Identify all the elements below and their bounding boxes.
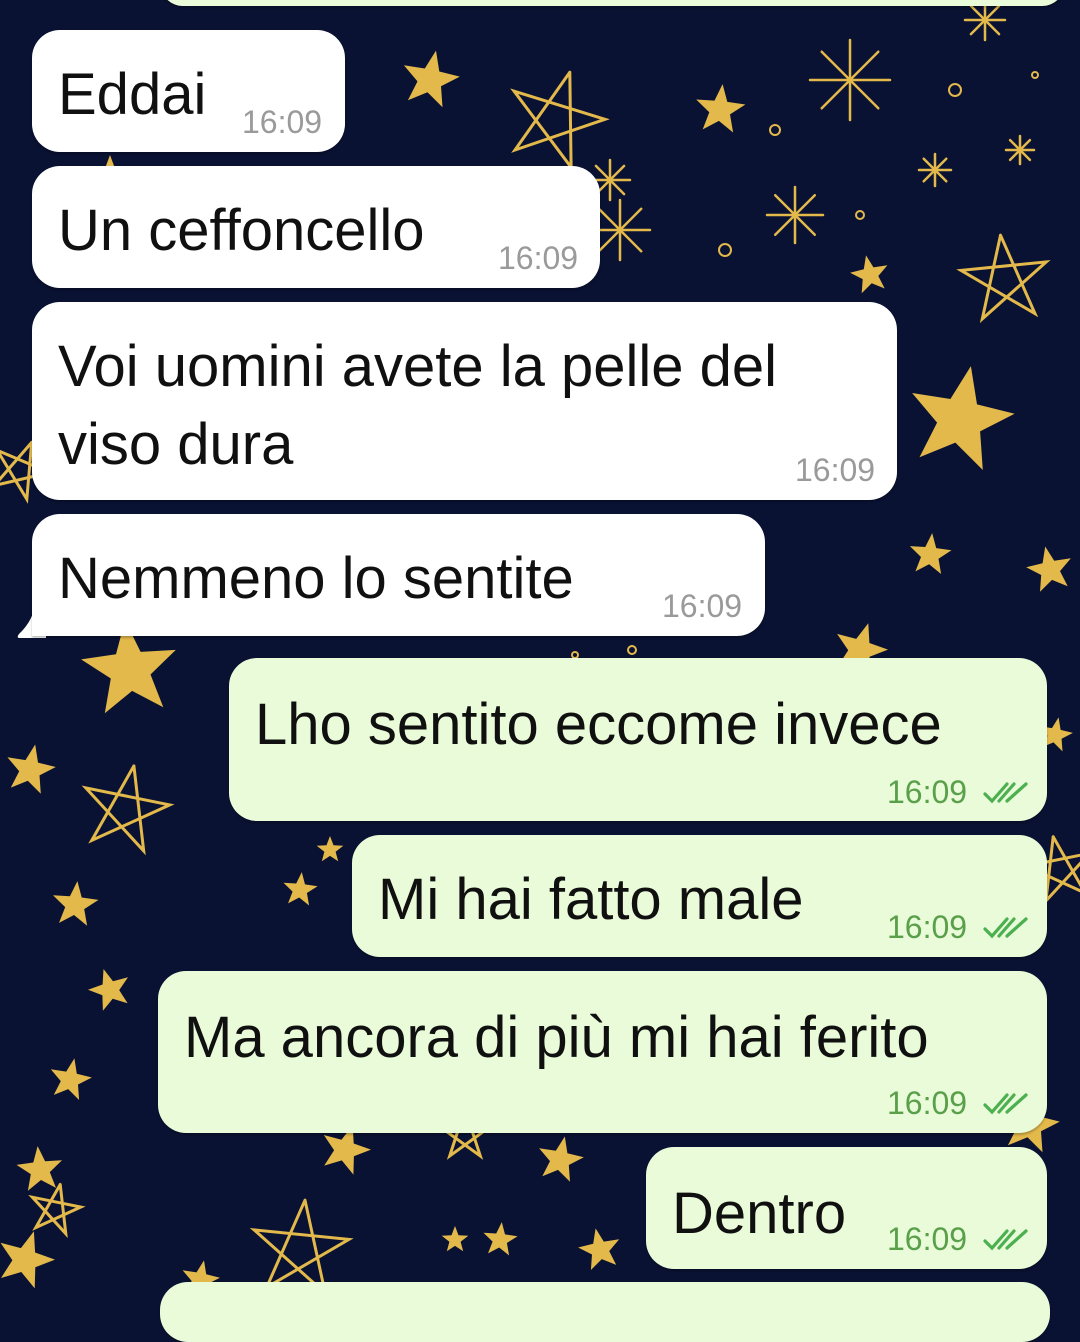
read-ticks-icon xyxy=(983,917,1028,939)
message-text: Dentro xyxy=(672,1181,847,1246)
message-text-line-2: viso dura xyxy=(58,412,294,477)
message-text: Lho sentito eccome invece xyxy=(255,692,942,757)
message-text-line-1: Voi uomini avete la pelle del xyxy=(58,334,778,399)
message-bubble-partial-top[interactable] xyxy=(160,0,1065,6)
message-text: Nemmeno lo sentite xyxy=(58,546,574,611)
message-bubble-outgoing[interactable]: Dentro 16:09 xyxy=(646,1147,1047,1269)
message-time: 16:09 xyxy=(498,240,579,276)
read-ticks-icon xyxy=(983,782,1028,804)
message-bubble-incoming[interactable]: Nemmeno lo sentite 16:09 xyxy=(32,514,765,636)
message-bubble-partial-bottom[interactable] xyxy=(160,1282,1050,1342)
message-time: 16:09 xyxy=(795,452,876,488)
message-time: 16:09 xyxy=(887,774,968,810)
message-text: Un ceffoncello xyxy=(58,198,425,263)
read-ticks-icon xyxy=(983,1093,1028,1115)
message-bubble-incoming[interactable]: Un ceffoncello 16:09 xyxy=(32,166,600,288)
message-time: 16:09 xyxy=(887,1085,968,1121)
message-time: 16:09 xyxy=(887,1221,968,1257)
message-time: 16:09 xyxy=(242,104,323,140)
message-text: Mi hai fatto male xyxy=(378,867,804,932)
message-text: Eddai xyxy=(58,62,207,127)
message-text: Ma ancora di più mi hai ferito xyxy=(184,1005,929,1070)
message-bubble-outgoing[interactable]: Ma ancora di più mi hai ferito 16:09 xyxy=(158,971,1047,1133)
message-time: 16:09 xyxy=(887,909,968,945)
read-ticks-icon xyxy=(983,1229,1028,1251)
message-bubble-incoming[interactable]: Voi uomini avete la pelle del viso dura … xyxy=(32,302,897,500)
message-bubble-outgoing[interactable]: Mi hai fatto male 16:09 xyxy=(352,835,1047,957)
message-bubble-incoming[interactable]: Eddai 16:09 xyxy=(32,30,345,152)
message-time: 16:09 xyxy=(662,588,743,624)
message-bubble-outgoing[interactable]: Lho sentito eccome invece 16:09 xyxy=(229,658,1047,821)
